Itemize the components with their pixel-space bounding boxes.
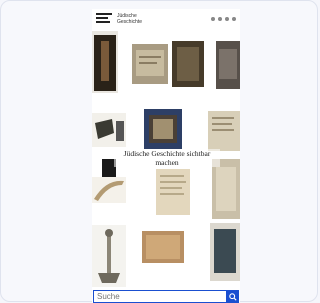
tile-document[interactable] [132,44,168,84]
brand-name: Jüdische Geschichte [117,13,143,25]
search-bar [93,290,239,303]
language-icon[interactable] [232,17,236,21]
site-logo[interactable] [96,13,112,25]
tile-painting[interactable] [210,223,240,281]
tile-horn[interactable] [92,177,126,203]
tile-candle[interactable] [92,31,118,93]
user-icon[interactable] [225,17,229,21]
tile-frame[interactable] [172,41,204,87]
search-icon[interactable] [218,17,222,21]
tile-box[interactable] [216,41,240,89]
hero-title: Jüdische Geschichte sichtbar machen [114,149,220,167]
mobile-viewport: Jüdische Geschichte Jüdische Geschichte … [92,9,240,303]
search-button[interactable] [227,290,239,303]
tile-manuscript[interactable] [208,111,240,151]
site-header: Jüdische Geschichte [92,9,240,31]
tile-shoe[interactable] [92,113,126,147]
tile-lamp[interactable] [92,225,126,287]
tile-poster[interactable] [212,159,240,219]
search-input[interactable] [93,290,227,303]
tile-tablet[interactable] [142,231,184,263]
preview-card: Jüdische Geschichte Jüdische Geschichte … [0,0,318,303]
tile-letter[interactable] [156,169,190,215]
menu-icon[interactable] [211,17,215,21]
tile-photo[interactable] [144,109,182,149]
header-nav [211,17,236,21]
search-icon [229,292,237,301]
